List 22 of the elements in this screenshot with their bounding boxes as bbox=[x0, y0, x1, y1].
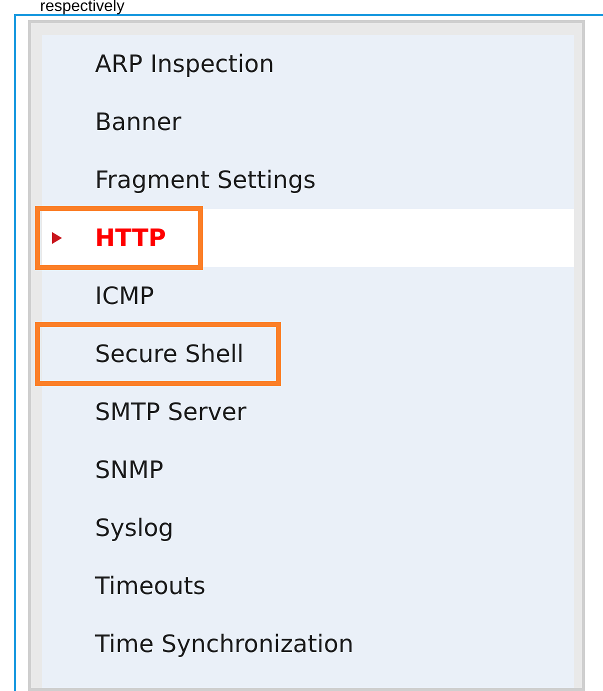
menu-item-label: ICMP bbox=[95, 282, 154, 310]
menu-item[interactable]: ARP Inspection bbox=[42, 35, 574, 93]
menu-item[interactable]: Time Synchronization bbox=[42, 615, 574, 673]
triangle-icon bbox=[52, 232, 62, 244]
menu-item[interactable]: Syslog bbox=[42, 499, 574, 557]
menu-item-label: Secure Shell bbox=[95, 340, 244, 368]
menu-item-label: HTTP bbox=[95, 224, 166, 252]
menu-item[interactable]: Timeouts bbox=[42, 557, 574, 615]
menu-item[interactable]: Banner bbox=[42, 93, 574, 151]
menu-item-label: Fragment Settings bbox=[95, 166, 316, 194]
menu-item-label: Time Synchronization bbox=[95, 630, 354, 658]
menu-item-label: ARP Inspection bbox=[95, 50, 274, 78]
menu-item[interactable]: ICMP bbox=[42, 267, 574, 325]
menu-item-label: Syslog bbox=[95, 514, 174, 542]
menu-item[interactable]: SMTP Server bbox=[42, 383, 574, 441]
menu-item[interactable]: Secure Shell bbox=[42, 325, 574, 383]
menu-item-label: Banner bbox=[95, 108, 182, 136]
menu-item-label: SNMP bbox=[95, 456, 164, 484]
menu-item-label: SMTP Server bbox=[95, 398, 246, 426]
menu-item[interactable]: SNMP bbox=[42, 441, 574, 499]
menu-item-label: Timeouts bbox=[95, 572, 206, 600]
menu-item[interactable]: Fragment Settings bbox=[42, 151, 574, 209]
